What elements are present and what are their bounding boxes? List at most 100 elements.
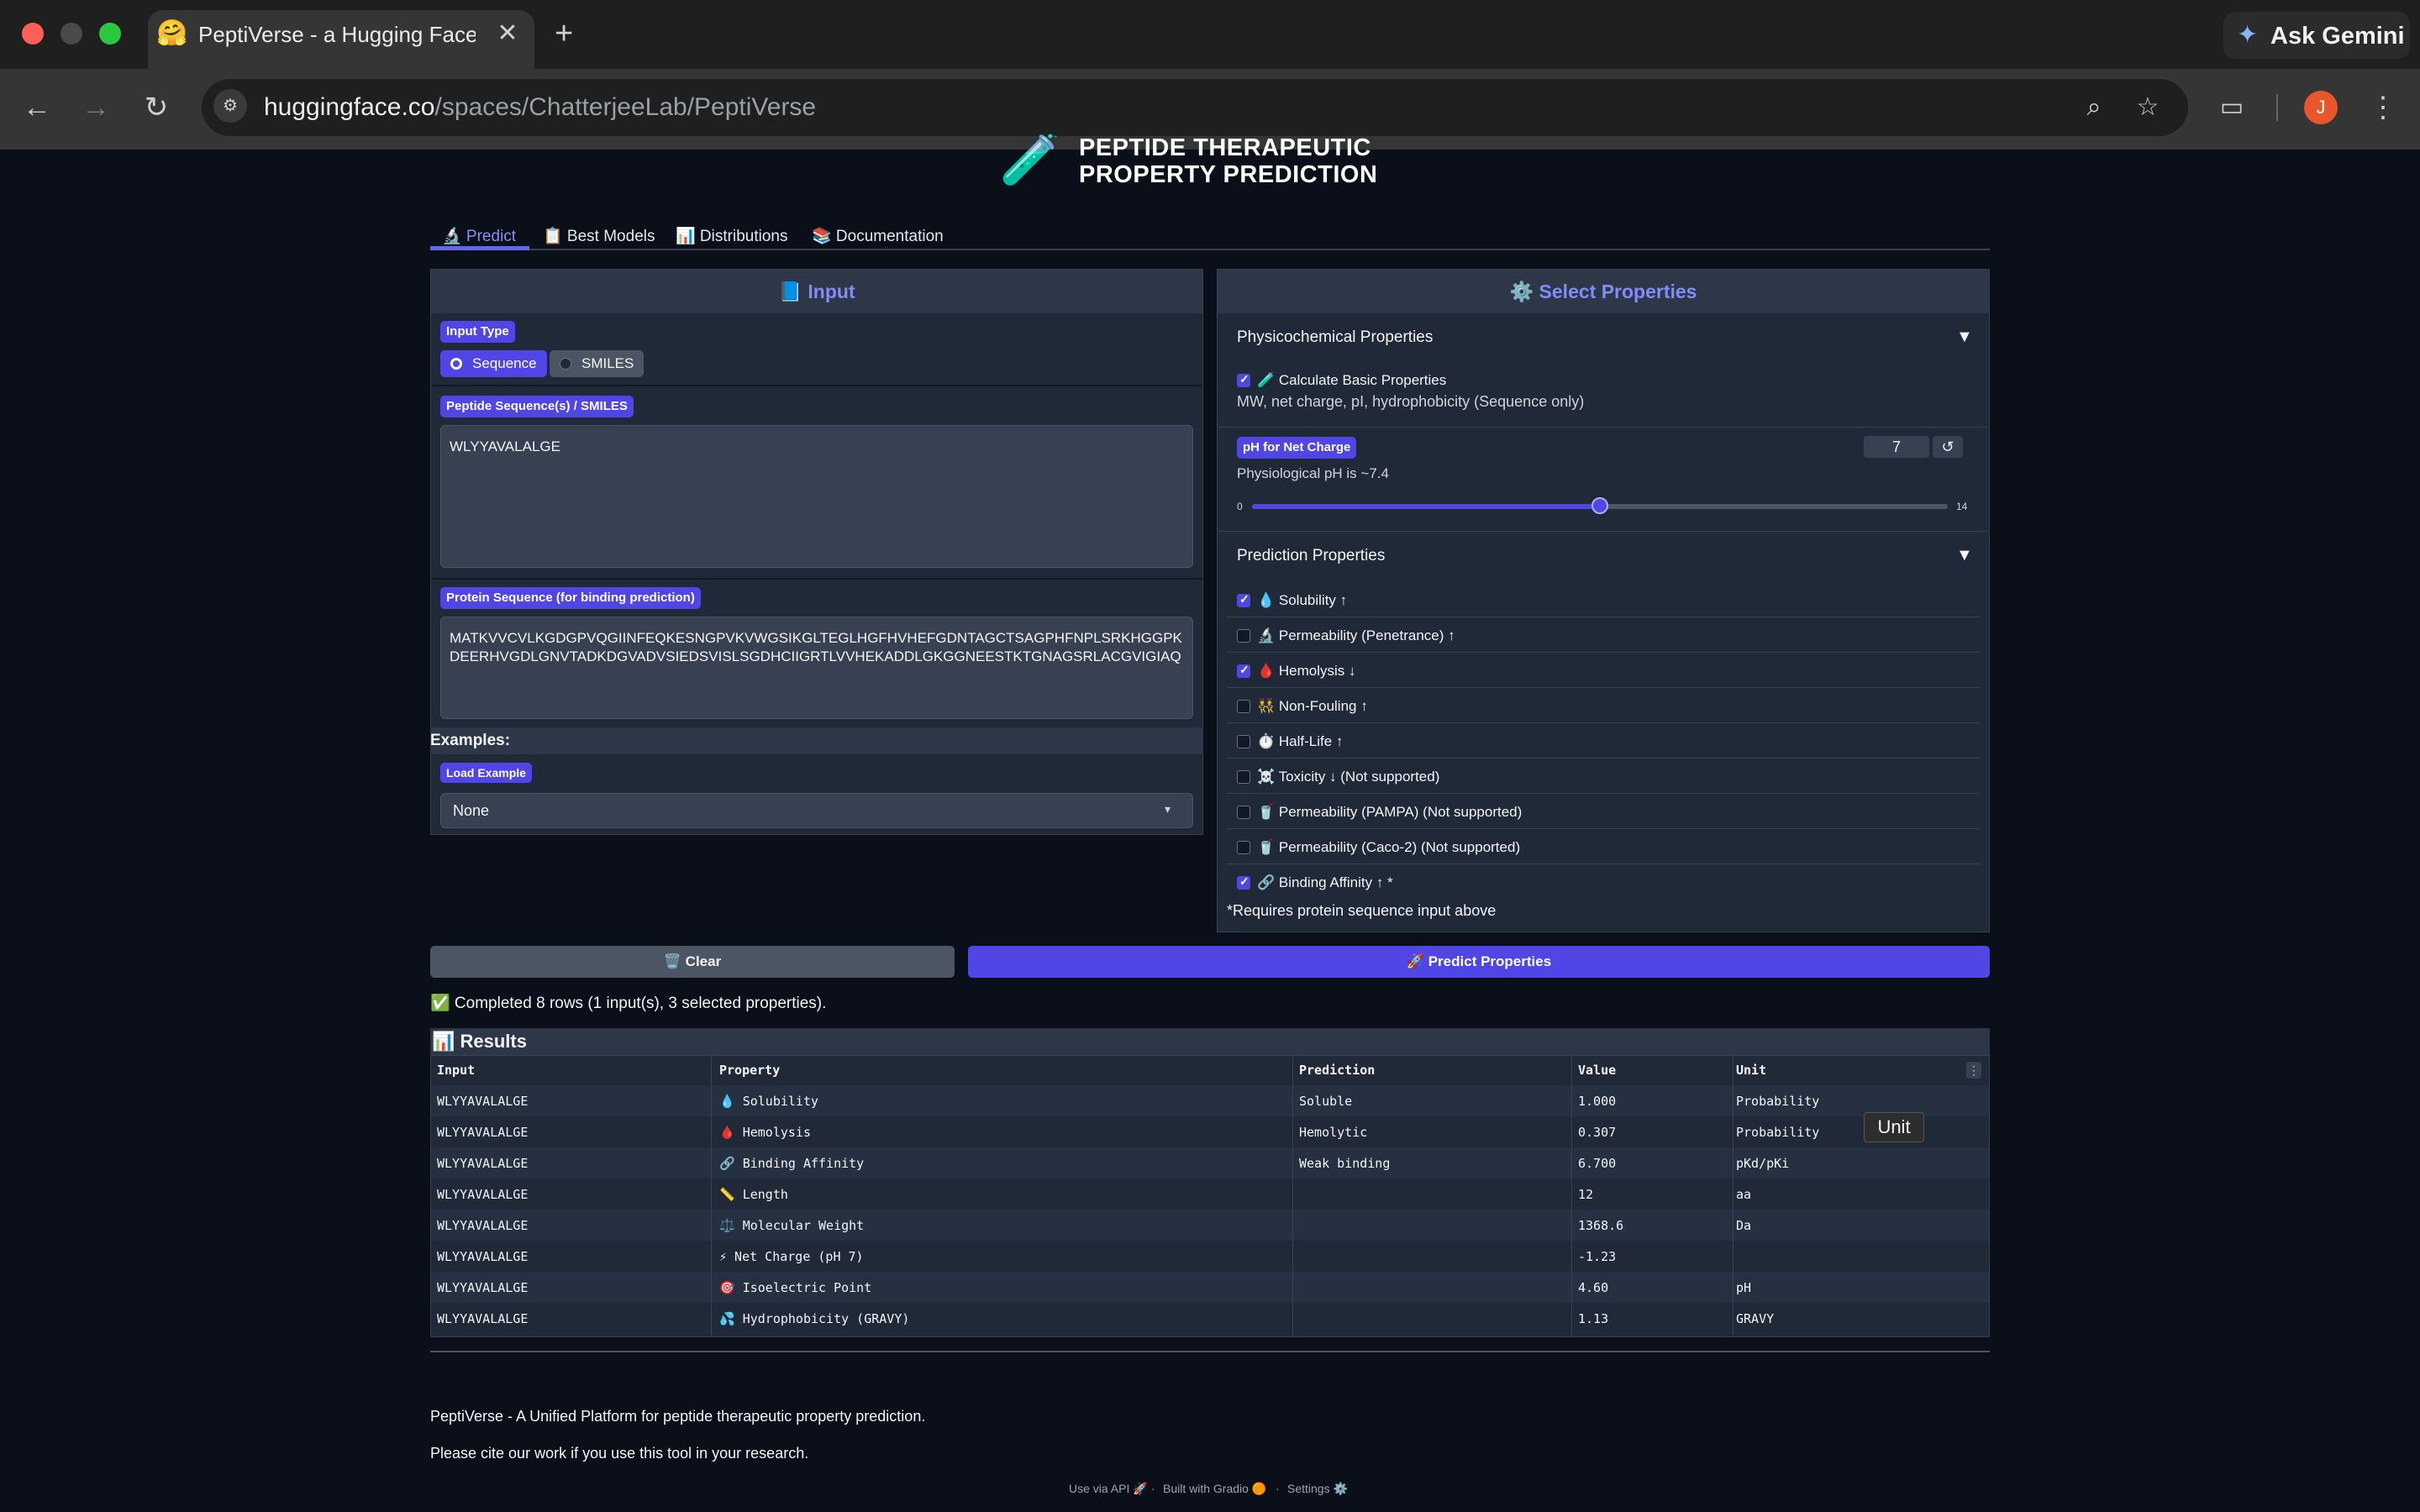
- predict-properties-button[interactable]: 🚀 Predict Properties: [968, 946, 1990, 978]
- table-cell[interactable]: GRAVY: [1736, 1311, 1774, 1326]
- menu-kebab-icon[interactable]: ⋮: [2365, 91, 2402, 124]
- table-row[interactable]: [431, 1241, 1989, 1272]
- profile-avatar[interactable]: J: [2304, 91, 2338, 124]
- table-cell[interactable]: 💦 Hydrophobicity (GRAVY): [719, 1311, 909, 1326]
- prediction-checkbox-label[interactable]: 🩸 Hemolysis ↓: [1257, 663, 1356, 680]
- tab-close-icon[interactable]: ✕: [496, 18, 519, 49]
- table-cell[interactable]: 0.307: [1578, 1125, 1616, 1140]
- table-cell[interactable]: Soluble: [1299, 1094, 1352, 1109]
- prediction-checkbox[interactable]: [1237, 592, 1250, 607]
- tab-predict[interactable]: 🔬 Predict: [442, 225, 516, 249]
- table-cell[interactable]: 12: [1578, 1187, 1593, 1202]
- reset-icon[interactable]: ↺: [1933, 436, 1963, 458]
- peptide-sequence-input[interactable]: WLYYAVALALGE: [440, 425, 1193, 568]
- prediction-checkbox-label[interactable]: 💧 Solubility ↑: [1257, 592, 1347, 609]
- window-close-button[interactable]: [22, 23, 44, 45]
- new-tab-icon[interactable]: +: [555, 15, 573, 52]
- reload-icon[interactable]: ↻: [138, 91, 175, 124]
- table-cell[interactable]: WLYYAVALALGE: [437, 1156, 528, 1171]
- ph-number-input[interactable]: 7: [1864, 436, 1929, 458]
- table-cell[interactable]: WLYYAVALALGE: [437, 1218, 528, 1233]
- built-with-gradio-link[interactable]: Built with Gradio 🟠: [1163, 1482, 1266, 1496]
- ph-slider-thumb[interactable]: [1591, 497, 1608, 514]
- prediction-checkbox[interactable]: [1237, 663, 1250, 678]
- table-cell[interactable]: WLYYAVALALGE: [437, 1094, 528, 1109]
- table-cell[interactable]: 📏 Length: [719, 1187, 788, 1202]
- table-row[interactable]: [431, 1272, 1989, 1303]
- prediction-checkbox[interactable]: [1237, 629, 1250, 643]
- table-cell[interactable]: 6.700: [1578, 1156, 1616, 1171]
- bookmark-star-icon[interactable]: ☆: [2129, 91, 2166, 124]
- prediction-checkbox[interactable]: [1237, 841, 1250, 854]
- tab-distributions[interactable]: 📊 Distributions: [676, 225, 787, 249]
- chevron-down-icon[interactable]: ▾: [1165, 802, 1171, 816]
- column-header[interactable]: Property: [719, 1063, 780, 1078]
- back-icon[interactable]: ←: [18, 91, 55, 124]
- url-text[interactable]: huggingface.co/spaces/ChatterjeeLab/Pept…: [264, 93, 816, 122]
- window-minimize-button[interactable]: [60, 23, 82, 45]
- table-cell[interactable]: Probability: [1736, 1125, 1819, 1140]
- table-row[interactable]: [431, 1179, 1989, 1210]
- radio-sequence[interactable]: Sequence: [440, 350, 547, 377]
- prediction-checkbox[interactable]: [1237, 806, 1250, 819]
- table-cell[interactable]: pH: [1736, 1280, 1751, 1295]
- physchem-accordion-title[interactable]: Physicochemical Properties: [1237, 328, 1433, 347]
- table-cell[interactable]: 🎯 Isoelectric Point: [719, 1280, 871, 1295]
- tab-search-icon[interactable]: ▭: [2213, 91, 2250, 124]
- prediction-checkbox-label[interactable]: 🔬 Permeability (Penetrance) ↑: [1257, 627, 1455, 644]
- column-header[interactable]: Input: [437, 1063, 475, 1078]
- column-header[interactable]: Unit: [1736, 1063, 1766, 1078]
- collapse-arrow-icon[interactable]: ▼: [1956, 546, 1973, 565]
- prediction-accordion-title[interactable]: Prediction Properties: [1237, 547, 1385, 565]
- settings-link[interactable]: Settings ⚙️: [1287, 1482, 1348, 1496]
- table-cell[interactable]: pKd/pKi: [1736, 1156, 1789, 1171]
- table-cell[interactable]: WLYYAVALALGE: [437, 1125, 528, 1140]
- column-menu-icon[interactable]: ⋮: [1966, 1062, 1981, 1079]
- table-cell[interactable]: WLYYAVALALGE: [437, 1249, 528, 1264]
- table-cell[interactable]: 1368.6: [1578, 1218, 1623, 1233]
- column-header[interactable]: Value: [1578, 1063, 1616, 1078]
- table-cell[interactable]: aa: [1736, 1187, 1751, 1202]
- prediction-checkbox-label[interactable]: 🥤 Permeability (Caco-2) (Not supported): [1257, 839, 1520, 856]
- site-info-icon[interactable]: ⚙: [213, 89, 247, 123]
- tab-documentation[interactable]: 📚 Documentation: [812, 225, 944, 249]
- prediction-checkbox-label[interactable]: ⏱️ Half-Life ↑: [1257, 733, 1343, 750]
- table-cell[interactable]: WLYYAVALALGE: [437, 1187, 528, 1202]
- prediction-checkbox[interactable]: [1237, 770, 1250, 784]
- basic-properties-checkbox[interactable]: [1237, 372, 1250, 387]
- collapse-arrow-icon[interactable]: ▼: [1956, 328, 1973, 347]
- table-cell[interactable]: 4.60: [1578, 1280, 1608, 1295]
- table-cell[interactable]: 💧 Solubility: [719, 1094, 818, 1109]
- prediction-checkbox-label[interactable]: 🔗 Binding Affinity ↑ *: [1257, 874, 1393, 891]
- protein-sequence-input[interactable]: MATKVVCVLKGDGPVQGIINFEQKESNGPVKVWGSIKGLT…: [440, 617, 1193, 719]
- table-cell[interactable]: 🔗 Binding Affinity: [719, 1156, 864, 1171]
- prediction-checkbox[interactable]: [1237, 700, 1250, 713]
- table-cell[interactable]: WLYYAVALALGE: [437, 1311, 528, 1326]
- basic-properties-label[interactable]: 🧪 Calculate Basic Properties: [1257, 372, 1446, 389]
- tab-title[interactable]: PeptiVerse - a Hugging Face Space by Cha…: [198, 22, 476, 48]
- table-cell[interactable]: ⚖️ Molecular Weight: [719, 1218, 864, 1233]
- column-header[interactable]: Prediction: [1299, 1063, 1375, 1078]
- prediction-checkbox-label[interactable]: ☠️ Toxicity ↓ (Not supported): [1257, 769, 1439, 785]
- table-cell[interactable]: 1.000: [1578, 1094, 1616, 1109]
- prediction-checkbox[interactable]: [1237, 735, 1250, 748]
- table-cell[interactable]: Da: [1736, 1218, 1751, 1233]
- window-zoom-button[interactable]: [99, 23, 121, 45]
- table-row[interactable]: [431, 1210, 1989, 1241]
- table-cell[interactable]: ⚡ Net Charge (pH 7): [719, 1249, 864, 1264]
- radio-smiles[interactable]: SMILES: [550, 350, 644, 377]
- tab-best-models[interactable]: 📋 Best Models: [543, 225, 655, 249]
- table-cell[interactable]: Probability: [1736, 1094, 1819, 1109]
- table-cell[interactable]: Weak binding: [1299, 1156, 1390, 1171]
- load-example-dropdown[interactable]: None: [440, 793, 1193, 828]
- table-cell[interactable]: -1.23: [1578, 1249, 1616, 1264]
- table-cell[interactable]: WLYYAVALALGE: [437, 1280, 528, 1295]
- table-cell[interactable]: Hemolytic: [1299, 1125, 1367, 1140]
- table-cell[interactable]: 🩸 Hemolysis: [719, 1125, 811, 1140]
- table-cell[interactable]: 1.13: [1578, 1311, 1608, 1326]
- prediction-checkbox-label[interactable]: 👯 Non-Fouling ↑: [1257, 698, 1368, 715]
- prediction-checkbox-label[interactable]: 🥤 Permeability (PAMPA) (Not supported): [1257, 804, 1522, 821]
- use-via-api-link[interactable]: Use via API 🚀: [1069, 1482, 1148, 1496]
- clear-button[interactable]: 🗑️ Clear: [430, 946, 955, 978]
- zoom-icon[interactable]: ⌕: [2075, 91, 2112, 124]
